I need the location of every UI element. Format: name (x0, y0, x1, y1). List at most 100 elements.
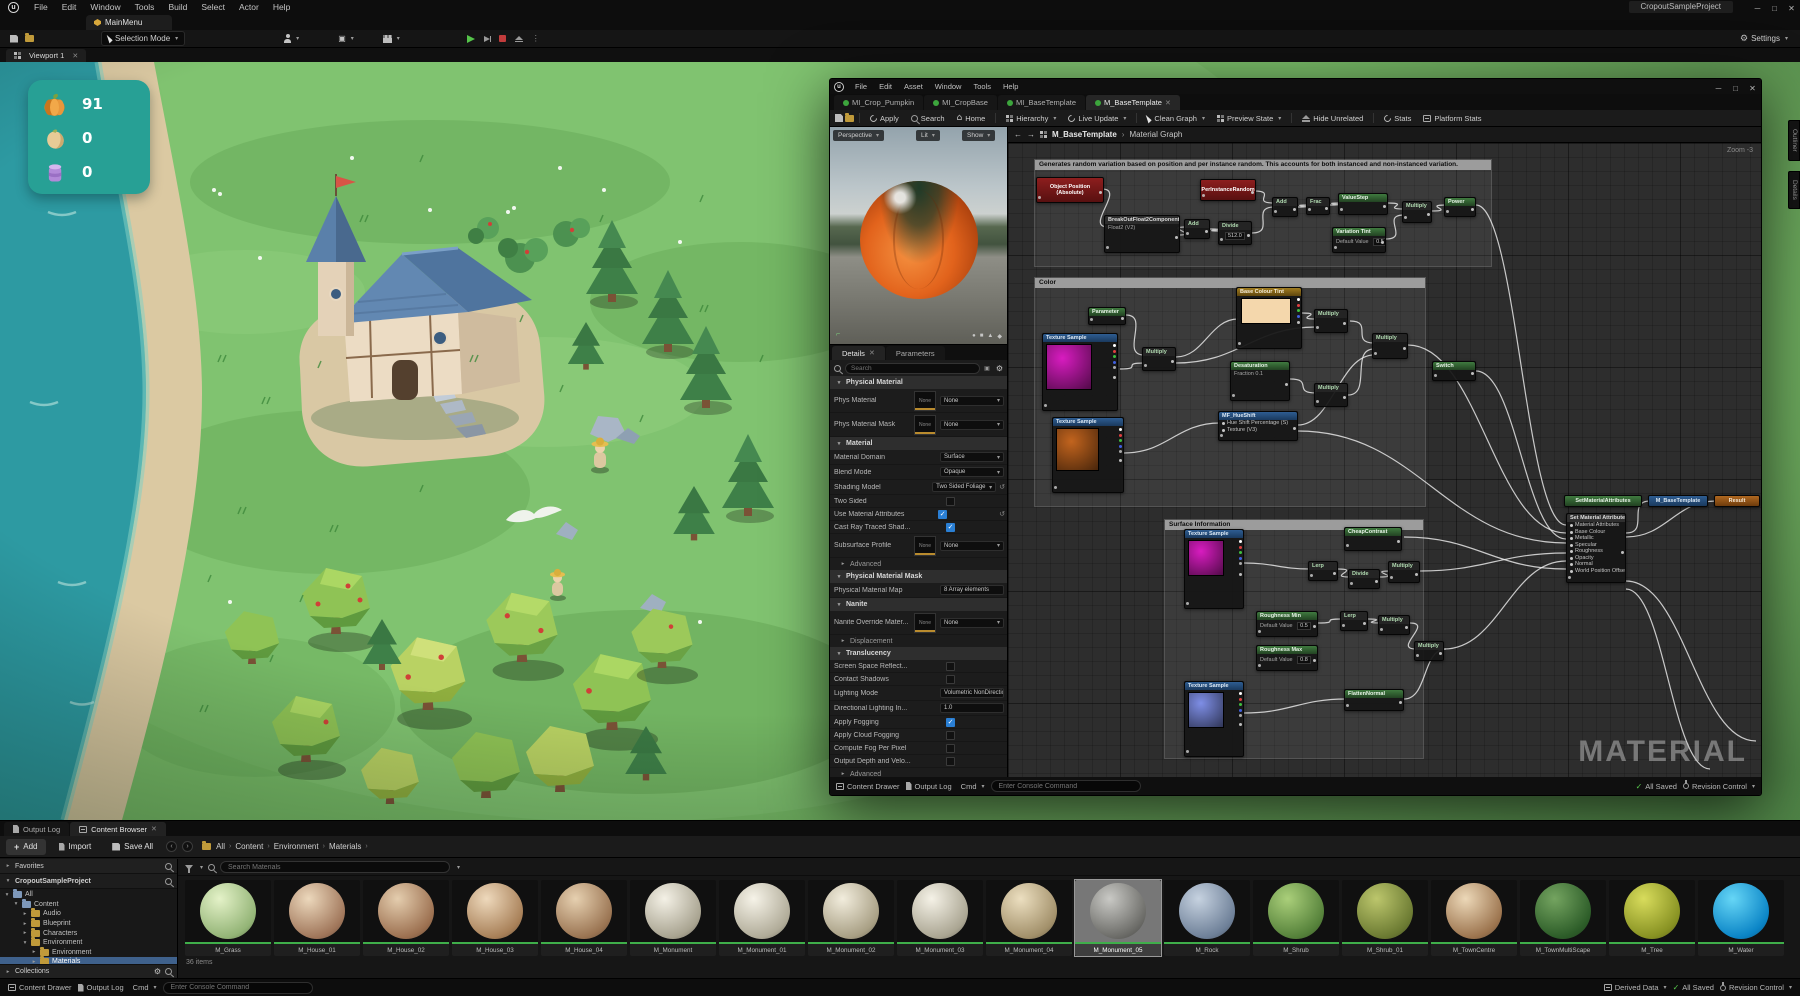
breadcrumb-environment[interactable]: Environment (274, 842, 319, 851)
stop-icon[interactable] (499, 35, 506, 42)
section-nanite[interactable]: ▾Nanite (830, 598, 1007, 611)
selection-mode-button[interactable]: Selection Mode ▾ (101, 31, 185, 46)
me-menu-item-asset[interactable]: Asset (898, 82, 929, 91)
graph-node-multiply[interactable]: Multiply (1372, 333, 1408, 359)
menu-item-file[interactable]: File (27, 0, 55, 14)
dropdown[interactable]: Opaque▾ (940, 467, 1004, 477)
toolbar-hide-unrelated[interactable]: Hide Unrelated (1297, 113, 1368, 124)
asset-tile-m-monument-05[interactable]: M_Monument_05 (1075, 880, 1161, 956)
asset-tile-m-monument-04[interactable]: M_Monument_04 (986, 880, 1072, 956)
asset-combo[interactable]: None▾ (940, 420, 1004, 430)
breadcrumb-section[interactable]: Material Graph (1129, 130, 1182, 139)
graph-node-multiply[interactable]: Multiply (1414, 641, 1444, 661)
search-options-icon[interactable]: ▾ (457, 864, 460, 871)
tree-item-audio[interactable]: ▸Audio (0, 909, 177, 919)
toolbar-apply[interactable]: Apply (865, 113, 904, 124)
asset-tile-m-monument[interactable]: M_Monument (630, 880, 716, 956)
asset-combo[interactable]: None▾ (940, 541, 1004, 551)
statusbar-all-saved[interactable]: ✓All Saved (1673, 983, 1714, 992)
statusbar-all-saved[interactable]: ✓All Saved (1636, 782, 1677, 791)
graph-node-set-material-attributes[interactable]: Set Material AttributesMaterial Attribut… (1566, 513, 1626, 583)
me-menu-item-tools[interactable]: Tools (967, 82, 997, 91)
section-translucency[interactable]: ▾Translucency (830, 647, 1007, 660)
material-editor-window[interactable]: u FileEditAssetWindowToolsHelp ─□✕ MI_Cr… (829, 78, 1762, 796)
save-icon[interactable] (835, 114, 843, 122)
statusbar-revision-control[interactable]: Revision Control▾ (1683, 782, 1755, 791)
graph-node-multiply[interactable]: Multiply (1402, 201, 1432, 223)
tab-mainmenu[interactable]: MainMenu (86, 15, 172, 30)
graph-node-multiply[interactable]: Multiply (1142, 347, 1176, 371)
graph-node-multiply[interactable]: Multiply (1314, 309, 1348, 333)
project-header[interactable]: ▾CropoutSampleProject (0, 874, 177, 889)
graph-node-roughness-min[interactable]: Roughness MinDefault Value 0.5 (1256, 611, 1318, 637)
section-physical-material[interactable]: ▾Physical Material (830, 376, 1007, 389)
checkbox[interactable] (946, 731, 955, 740)
graph-node-setmaterialattributes[interactable]: SetMaterialAttributes (1564, 495, 1642, 507)
eject-icon[interactable] (515, 36, 523, 40)
tab-viewport-1[interactable]: Viewport 1 ✕ (6, 49, 86, 62)
graph-node-m-basetemplate[interactable]: M_BaseTemplate (1648, 495, 1708, 507)
forward-icon[interactable]: → (1027, 130, 1035, 139)
asset-tile-m-towncentre[interactable]: M_TownCentre (1431, 880, 1517, 956)
graph-node-multiply[interactable]: Multiply (1378, 615, 1410, 635)
search-icon[interactable] (165, 968, 172, 975)
statusbar-content-drawer[interactable]: Content Drawer (8, 983, 72, 992)
tree-item-content[interactable]: ▾Content (0, 900, 177, 910)
value-field[interactable]: 8 Array elements (940, 585, 1004, 595)
toolbar-live-update[interactable]: Live Update▾ (1063, 113, 1131, 124)
checkbox[interactable]: ✓ (946, 523, 955, 532)
tree-item-characters[interactable]: ▸Characters (0, 928, 177, 938)
details-search-input[interactable] (845, 363, 980, 374)
graph-node-texture-sample[interactable]: Texture Sample (1184, 681, 1244, 757)
statusbar-output-log[interactable]: Output Log (906, 782, 952, 791)
asset-tile-m-rock[interactable]: M_Rock (1164, 880, 1250, 956)
add-button[interactable]: +Add (6, 839, 46, 855)
graph-node-add[interactable]: Add (1184, 219, 1210, 239)
tree-item-all[interactable]: ▾All (0, 890, 177, 900)
history-forward-button[interactable]: › (182, 841, 193, 852)
checkbox[interactable]: ✓ (938, 510, 947, 519)
asset-thumbnail[interactable]: None (914, 536, 936, 556)
search-icon[interactable] (165, 878, 172, 885)
asset-tile-m-townmultiscape[interactable]: M_TownMultiScape (1520, 880, 1606, 956)
close-icon[interactable]: ✕ (1744, 84, 1761, 93)
asset-combo[interactable]: None▾ (940, 396, 1004, 406)
tab-mi-crop-pumpkin[interactable]: MI_Crop_Pumpkin (834, 95, 923, 110)
statusbar-output-log[interactable]: Output Log (78, 983, 124, 992)
asset-thumbnail[interactable]: None (914, 415, 936, 435)
back-icon[interactable]: ← (1014, 130, 1022, 139)
me-menu-item-window[interactable]: Window (929, 82, 968, 91)
dock-tab-content-browser[interactable]: Content Browser✕ (70, 822, 166, 836)
graph-node-switch[interactable]: Switch (1432, 361, 1476, 381)
preview-show-button[interactable]: Show▾ (962, 130, 995, 141)
graph-node-roughness-max[interactable]: Roughness MaxDefault Value 0.8 (1256, 645, 1318, 671)
graph-node-texture-sample[interactable]: Texture Sample (1052, 417, 1124, 493)
close-icon[interactable]: ✕ (869, 349, 875, 357)
checkbox[interactable] (946, 675, 955, 684)
menu-item-edit[interactable]: Edit (55, 0, 84, 14)
favorites-header[interactable]: ▸Favorites (0, 859, 177, 874)
asset-combo[interactable]: None▾ (940, 618, 1004, 628)
row-displacement[interactable]: ▸Displacement (830, 635, 1007, 647)
graph-node-lerp[interactable]: Lerp (1340, 611, 1368, 631)
menu-item-window[interactable]: Window (83, 0, 127, 14)
filter-icon[interactable] (185, 865, 193, 870)
graph-node-perinstancerandom[interactable]: PerInstanceRandom (1200, 179, 1256, 201)
asset-tile-m-house-01[interactable]: M_House_01 (274, 880, 360, 956)
collections-header[interactable]: ▸Collections⚙ (0, 964, 177, 978)
graph-node-divide[interactable]: Divide512.0 (1218, 221, 1252, 245)
graph-node-power[interactable]: Power (1444, 197, 1476, 217)
graph-node-lerp[interactable]: Lerp (1308, 561, 1338, 581)
quick-add-button[interactable]: ▣▾ (332, 33, 360, 45)
toolbar-preview-state[interactable]: Preview State▾ (1212, 113, 1286, 124)
toolbar-home[interactable]: ⌂Home (952, 112, 991, 124)
asset-tile-m-house-02[interactable]: M_House_02 (363, 880, 449, 956)
save-all-button[interactable]: Save All (104, 839, 161, 854)
asset-tile-m-shrub-01[interactable]: M_Shrub_01 (1342, 880, 1428, 956)
tree-item-environment[interactable]: ▸Environment (0, 948, 177, 958)
play-options-icon[interactable]: ⋮ (532, 34, 540, 43)
close-icon[interactable]: ✕ (1783, 4, 1800, 13)
toolbar-platform-stats[interactable]: Platform Stats (1418, 113, 1486, 124)
graph-node-frac[interactable]: Frac (1306, 197, 1330, 215)
menu-item-build[interactable]: Build (161, 0, 194, 14)
